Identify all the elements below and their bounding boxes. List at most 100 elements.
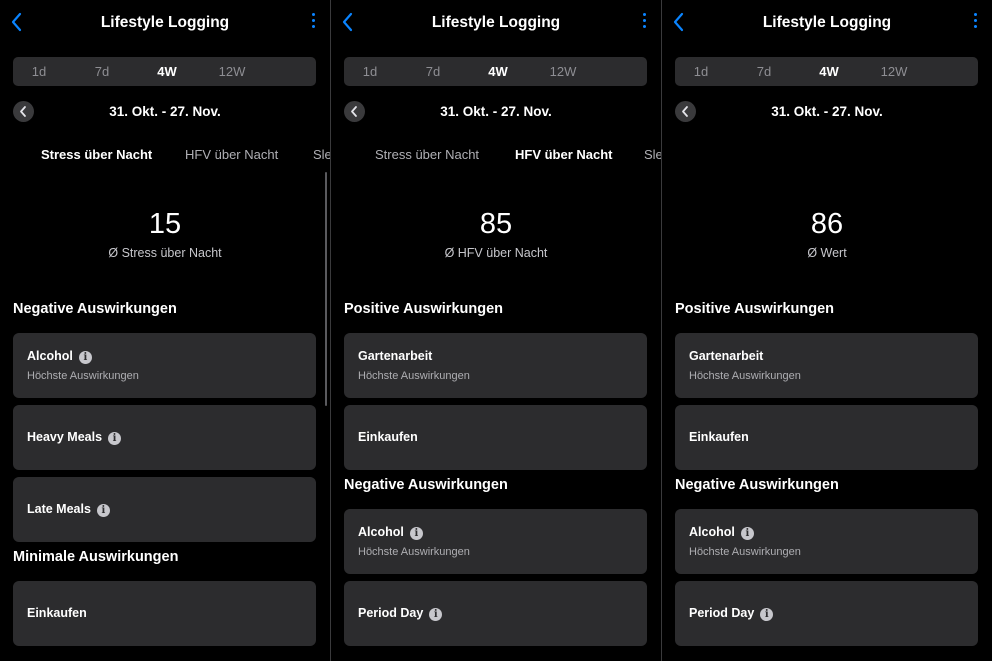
more-vertical-icon (641, 13, 647, 28)
metric-value: 15 (148, 208, 182, 240)
info-icon[interactable]: i (409, 527, 423, 540)
factor-label: Period Day (689, 606, 755, 620)
period-option-7d[interactable]: 7d (72, 57, 132, 86)
section-title: Positive Auswirkungen (675, 301, 834, 317)
more-button[interactable] (641, 13, 647, 33)
period-option-1d[interactable]: 1d (340, 57, 400, 86)
date-range-row: 31. Okt. - 27. Nov. (0, 99, 330, 125)
info-icon[interactable]: i (96, 504, 110, 517)
factor-subtitle: Höchste Auswirkungen (27, 370, 139, 382)
factor-title: Einkaufen (689, 430, 749, 444)
factor-label: Einkaufen (689, 430, 749, 444)
section-title: Negative Auswirkungen (344, 477, 508, 493)
more-button[interactable] (972, 13, 978, 33)
factor-title: Heavy Meals i (27, 430, 122, 445)
period-option-12w[interactable]: 12W (533, 57, 593, 86)
factor-label: Heavy Meals (27, 430, 103, 444)
factor-title: Period Day i (689, 606, 774, 621)
info-icon[interactable]: i (429, 608, 443, 621)
period-option-1d[interactable]: 1d (9, 57, 69, 86)
metric-value-label: Ø HFV über Nacht (444, 246, 548, 260)
period-option-12w[interactable]: 12W (202, 57, 262, 86)
metric-value: 86 (810, 208, 844, 240)
period-option-4w[interactable]: 4W (137, 57, 197, 86)
factor-card[interactable]: Einkaufen (344, 405, 647, 470)
metric-tab[interactable]: Stress über Nacht (41, 147, 152, 162)
factor-title: Alcohol i (27, 349, 92, 364)
more-vertical-icon (310, 13, 316, 28)
date-range: 31. Okt. - 27. Nov. (109, 104, 221, 119)
more-vertical-icon (972, 13, 978, 28)
period-option-7d[interactable]: 7d (403, 57, 463, 86)
factor-card[interactable]: Heavy Meals i (13, 405, 316, 470)
factor-title: Einkaufen (27, 606, 87, 620)
header: Lifestyle Logging (662, 0, 992, 46)
panel-3: Lifestyle Logging 1d 7d 4W 12W 31. Okt. - 27.… (662, 0, 992, 661)
factor-card[interactable]: Einkaufen (13, 581, 316, 646)
factor-card[interactable]: Alcohol i Höchste Auswirkungen (13, 333, 316, 398)
factor-card[interactable]: Period Day i (344, 581, 647, 646)
date-range: 31. Okt. - 27. Nov. (771, 104, 883, 119)
factor-card[interactable]: Alcohol i Höchste Auswirkungen (675, 509, 978, 574)
panel-divider (330, 0, 331, 661)
period-selector: 1d 7d 4W 12W (344, 57, 647, 86)
section-title: Minimale Auswirkungen (13, 549, 179, 565)
factor-card[interactable]: Alcohol i Höchste Auswirkungen (344, 509, 647, 574)
header: Lifestyle Logging (0, 0, 330, 46)
info-icon[interactable]: i (760, 608, 774, 621)
metric-tab[interactable]: HFV über Nacht (185, 147, 278, 162)
factor-subtitle: Höchste Auswirkungen (689, 546, 801, 558)
factor-title: Einkaufen (358, 430, 418, 444)
factor-label: Alcohol (27, 349, 73, 363)
factor-card[interactable]: Late Meals i (13, 477, 316, 542)
panel-divider (661, 0, 662, 661)
factor-card[interactable]: Gartenarbeit Höchste Auswirkungen (675, 333, 978, 398)
page-title: Lifestyle Logging (431, 14, 561, 31)
factor-title: Period Day i (358, 606, 443, 621)
factor-title: Alcohol i (689, 525, 754, 540)
section-title: Negative Auswirkungen (13, 301, 177, 317)
metric-value-label: Ø Stress über Nacht (108, 246, 222, 260)
page-title: Lifestyle Logging (762, 14, 892, 31)
info-icon[interactable]: i (740, 527, 754, 540)
metric-tab[interactable]: HFV über Nacht (515, 147, 613, 162)
more-button[interactable] (310, 13, 316, 33)
factor-label: Gartenarbeit (358, 349, 433, 363)
metric-tabs: Stress über Nacht HFV über Nacht Sle (331, 147, 661, 167)
factor-label: Alcohol (358, 525, 404, 539)
metric-tab[interactable]: Sle (313, 147, 330, 162)
metric-value-label: Ø Wert (807, 246, 847, 260)
period-option-12w[interactable]: 12W (864, 57, 924, 86)
period-option-7d[interactable]: 7d (734, 57, 794, 86)
factor-card[interactable]: Period Day i (675, 581, 978, 646)
factor-title: Alcohol i (358, 525, 423, 540)
metric-tab[interactable]: Sle (644, 147, 661, 162)
period-option-4w[interactable]: 4W (799, 57, 859, 86)
info-icon[interactable]: i (78, 351, 92, 364)
factor-card[interactable]: Gartenarbeit Höchste Auswirkungen (344, 333, 647, 398)
period-option-4w[interactable]: 4W (468, 57, 528, 86)
metric-tabs: ss über NachtHFV über NachtSleep Score (662, 147, 992, 167)
period-option-1d[interactable]: 1d (671, 57, 731, 86)
factor-card[interactable]: Einkaufen (675, 405, 978, 470)
factor-label: Period Day (358, 606, 424, 620)
factor-title: Gartenarbeit (358, 349, 432, 363)
panel-2: Lifestyle Logging 1d 7d 4W 12W 31. Okt. - 27.… (331, 0, 661, 661)
factor-label: Einkaufen (27, 606, 87, 620)
page-title: Lifestyle Logging (100, 14, 230, 31)
factor-subtitle: Höchste Auswirkungen (358, 546, 470, 558)
factor-label: Alcohol (689, 525, 735, 539)
section-title: Positive Auswirkungen (344, 301, 503, 317)
metric-tab[interactable]: Stress über Nacht (375, 147, 479, 162)
scrollbar[interactable] (325, 172, 327, 406)
factor-title: Gartenarbeit (689, 349, 763, 363)
metric-tabs: Stress über Nacht HFV über Nacht Sle (0, 147, 330, 167)
date-range-row: 31. Okt. - 27. Nov. (331, 99, 661, 125)
factor-title: Late Meals i (27, 502, 110, 517)
factor-subtitle: Höchste Auswirkungen (358, 370, 470, 382)
info-icon[interactable]: i (108, 432, 122, 445)
factor-label: Gartenarbeit (689, 349, 764, 363)
factor-label: Late Meals (27, 502, 91, 516)
factor-label: Einkaufen (358, 430, 418, 444)
date-range: 31. Okt. - 27. Nov. (440, 104, 552, 119)
